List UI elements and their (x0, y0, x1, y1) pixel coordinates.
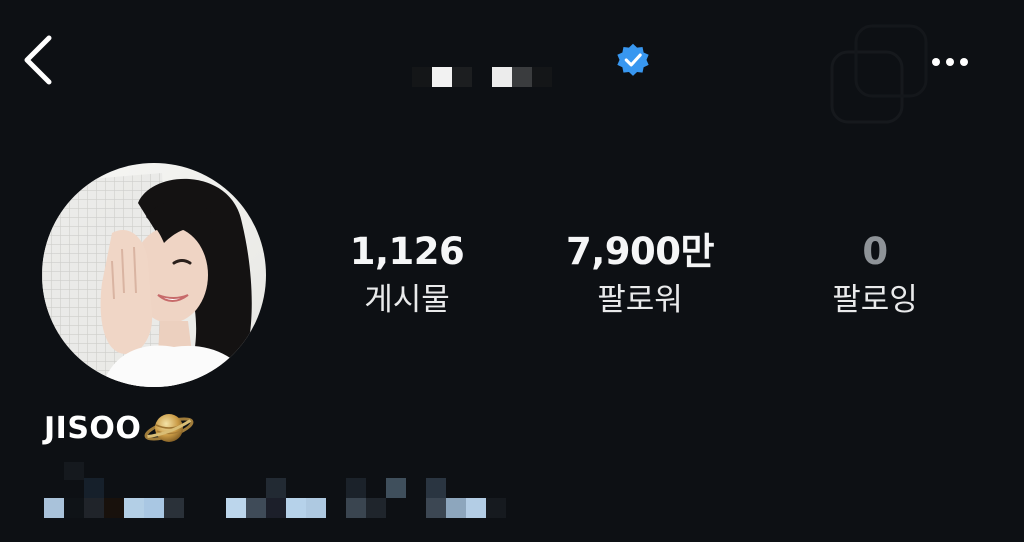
stat-followers[interactable]: 7,900만 팔로워 (540, 228, 740, 322)
profile-display-name: JISOO (44, 404, 195, 452)
stat-following[interactable]: 0 팔로잉 (775, 228, 975, 322)
posts-count: 1,126 (349, 230, 465, 273)
faint-ghost-icon (826, 20, 936, 130)
followers-count: 7,900만 (565, 230, 715, 273)
more-options-button[interactable] (922, 48, 978, 76)
chevron-left-icon (24, 35, 52, 85)
following-label: 팔로잉 (832, 282, 918, 318)
verified-badge-icon (617, 43, 649, 76)
ringed-planet-icon (145, 414, 194, 442)
bio-censored (44, 462, 524, 542)
stat-posts[interactable]: 1,126 게시물 (307, 228, 507, 322)
followers-label: 팔로워 (597, 282, 683, 318)
posts-label: 게시물 (364, 282, 450, 318)
username-censored (412, 64, 562, 90)
avatar-photo (42, 163, 266, 387)
display-name-text: JISOO (44, 410, 142, 446)
following-count: 0 (862, 230, 888, 273)
verified-badge (615, 42, 651, 78)
more-horizontal-icon (932, 58, 968, 66)
profile-avatar[interactable] (42, 163, 266, 387)
back-button[interactable] (18, 32, 64, 90)
